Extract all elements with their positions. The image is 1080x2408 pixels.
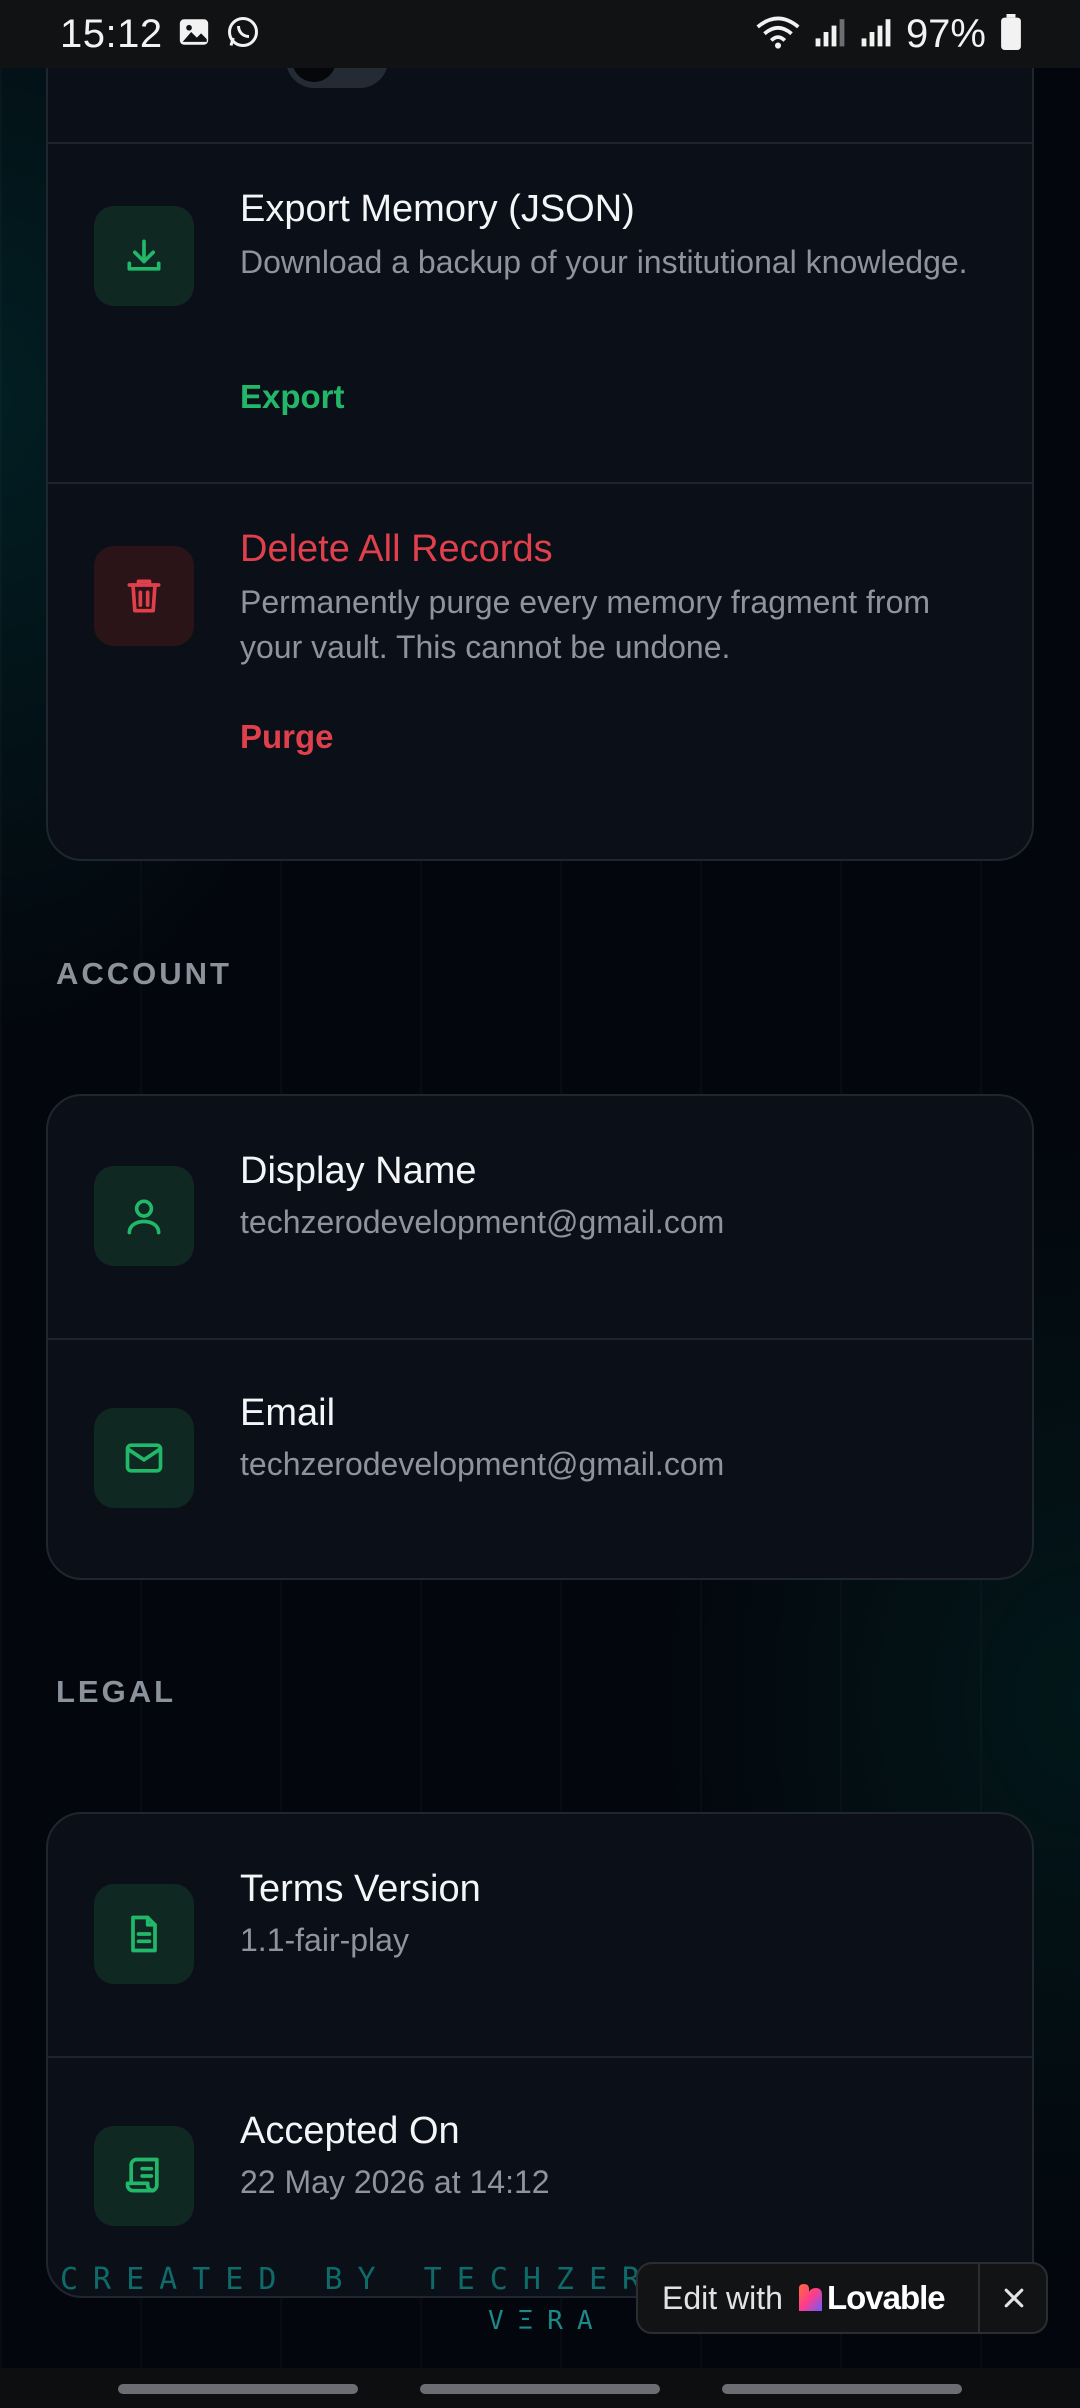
email-title: Email — [240, 1392, 336, 1434]
legal-section-label: LEGAL — [56, 1674, 177, 1709]
nav-home-button[interactable] — [420, 2384, 660, 2394]
display-name-row[interactable]: Display Name techzerodevelopment@gmail.c… — [48, 1096, 1032, 1338]
export-button[interactable]: Export — [240, 378, 345, 416]
mail-icon — [94, 1408, 194, 1508]
nav-back-button[interactable] — [722, 2384, 962, 2394]
display-name-value: techzerodevelopment@gmail.com — [240, 1204, 725, 1240]
terms-version-title: Terms Version — [240, 1868, 481, 1910]
document-icon — [94, 1884, 194, 1984]
display-name-title: Display Name — [240, 1150, 477, 1192]
accepted-on-title: Accepted On — [240, 2110, 460, 2152]
edit-with-lovable-badge[interactable]: Edit with Lovable — [636, 2262, 1048, 2334]
delete-subtitle: Permanently purge every memory fragment … — [240, 584, 931, 665]
user-icon — [94, 1166, 194, 1266]
data-settings-card: Export Memory (JSON) Download a backup o… — [46, 0, 1034, 861]
download-icon — [94, 206, 194, 306]
scroll-icon — [94, 2126, 194, 2226]
export-subtitle: Download a backup of your institutional … — [240, 244, 968, 280]
delete-records-row: Delete All Records Permanently purge eve… — [48, 484, 1032, 822]
email-value: techzerodevelopment@gmail.com — [240, 1446, 725, 1482]
image-icon — [177, 15, 211, 54]
nav-recents-button[interactable] — [118, 2384, 358, 2394]
export-title: Export Memory (JSON) — [240, 188, 635, 230]
lovable-logo-icon — [797, 2284, 823, 2312]
account-section-label: ACCOUNT — [56, 956, 232, 991]
system-navigation-bar — [0, 2368, 1080, 2408]
wifi-icon — [756, 14, 800, 55]
trash-icon — [94, 546, 194, 646]
lovable-brand: Lovable — [826, 2279, 946, 2316]
purge-button[interactable]: Purge — [240, 718, 334, 756]
legal-card: Terms Version 1.1-fair-play Accepted On … — [46, 1812, 1034, 2298]
account-card: Display Name techzerodevelopment@gmail.c… — [46, 1094, 1034, 1580]
accepted-on-value: 22 May 2026 at 14:12 — [240, 2164, 550, 2200]
battery-percent: 97% — [905, 11, 986, 56]
edit-with-label: Edit with — [662, 2279, 783, 2316]
signal-icon — [860, 16, 892, 53]
email-row[interactable]: Email techzerodevelopment@gmail.com — [48, 1340, 1032, 1582]
footer-app-name: VΞRA — [488, 2306, 607, 2336]
battery-icon — [1000, 13, 1022, 55]
terms-version-value: 1.1-fair-play — [240, 1922, 409, 1958]
signal-icon — [814, 16, 846, 53]
terms-version-row[interactable]: Terms Version 1.1-fair-play — [48, 1814, 1032, 2056]
close-icon[interactable] — [988, 2272, 1040, 2324]
delete-title: Delete All Records — [240, 528, 553, 570]
whatsapp-icon — [225, 14, 261, 55]
badge-separator — [978, 2264, 980, 2332]
status-time: 15:12 — [60, 11, 163, 56]
export-memory-row: Export Memory (JSON) Download a backup o… — [48, 144, 1032, 482]
status-bar: 15:12 97% — [0, 0, 1080, 68]
